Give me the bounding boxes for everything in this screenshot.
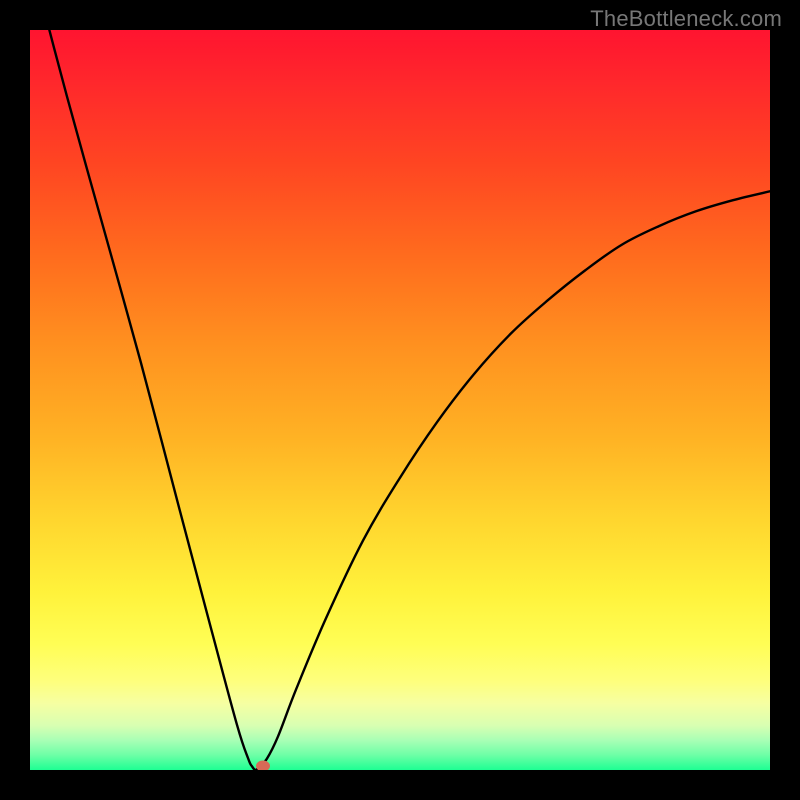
plot-area [30, 30, 770, 770]
curve-svg [30, 30, 770, 770]
chart-frame: TheBottleneck.com [0, 0, 800, 800]
minimum-marker-icon [256, 761, 270, 770]
bottleneck-curve [30, 30, 770, 770]
watermark-text: TheBottleneck.com [590, 6, 782, 32]
